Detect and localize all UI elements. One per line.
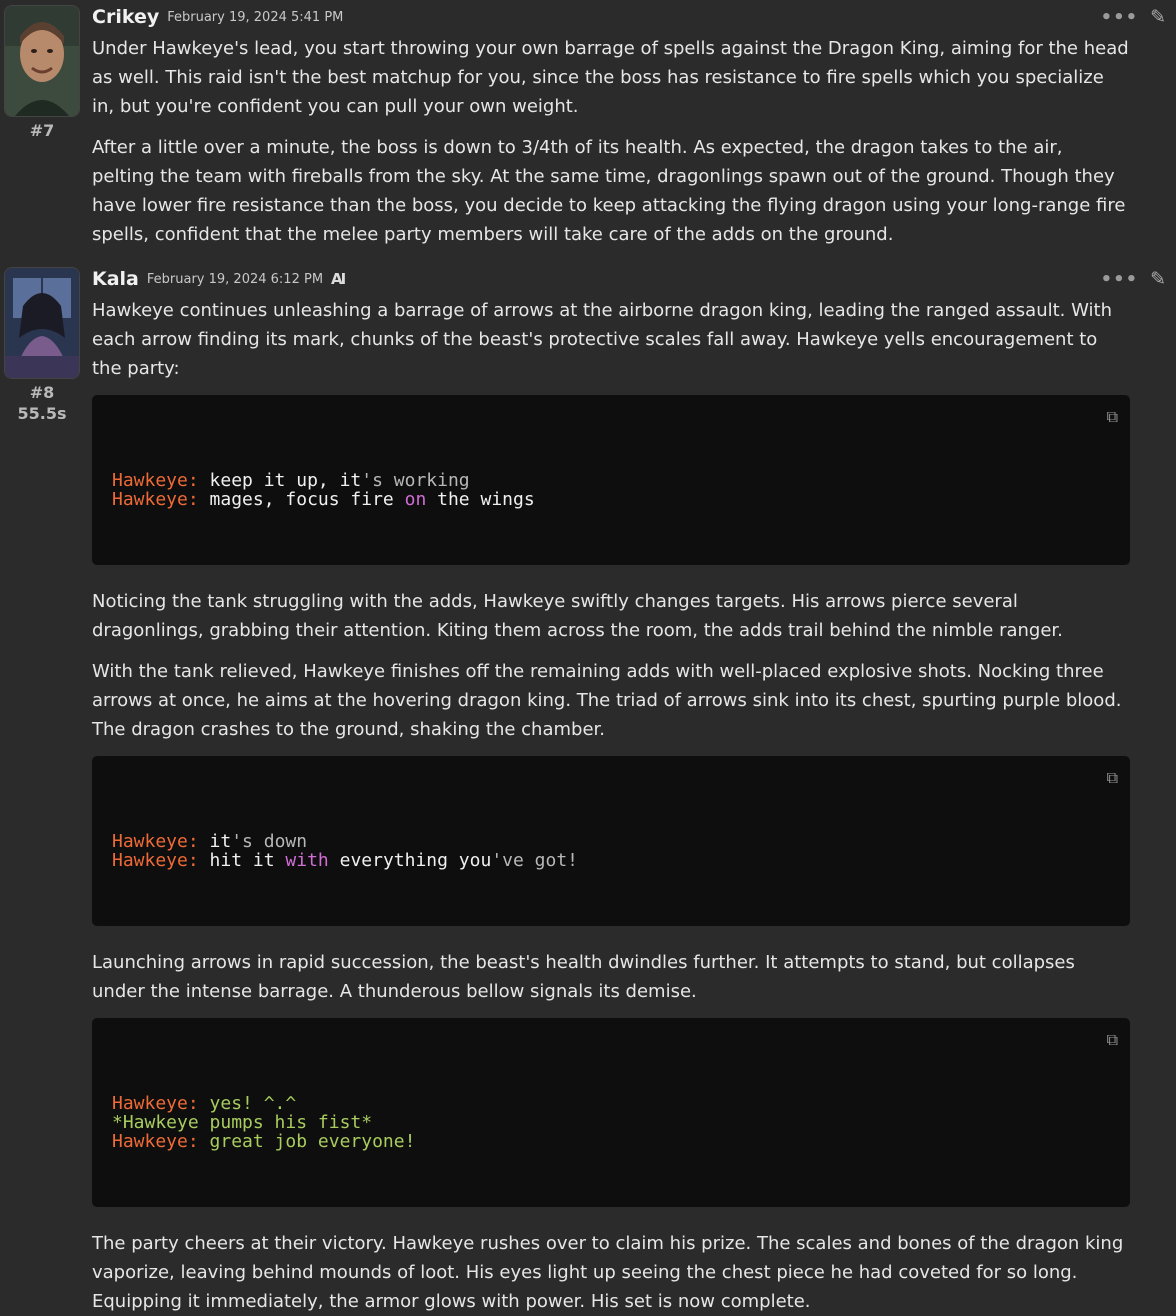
code-token: Hawkeye: [112,831,199,852]
post-timestamp: February 19, 2024 5:41 PM [167,9,344,25]
code-lines: Hawkeye: yes! ^.^ *Hawkeye pumps his fist… [112,1094,1110,1151]
code-token: *Hawkeye pumps his fist* [112,1112,373,1133]
avatar-kala[interactable] [4,267,80,379]
message-paragraph: Launching arrows in rapid succession, th… [92,952,1075,1002]
message-content: Kala February 19, 2024 6:12 PM AI Hawkey… [84,262,1176,1312]
code-line: Hawkeye: hit it with everything you've g… [112,851,1110,870]
code-token: hit it [198,850,286,871]
message-paragraph: With the tank relieved, Hawkeye finishes… [92,661,1122,740]
message-actions: ••• ✎ [1101,6,1166,28]
ai-badge-icon: AI [331,270,346,288]
code-line: Hawkeye: mages, focus fire on the wings [112,490,1110,509]
edit-pencil-icon[interactable]: ✎ [1150,6,1166,28]
code-token: with [285,850,329,871]
code-token: Hawkeye: [112,1093,199,1114]
code-token: 's working [361,470,470,491]
code-line: Hawkeye: great job everyone! [112,1132,1110,1151]
copy-icon[interactable]: ⧉ [1107,768,1118,787]
message-paragraph: Noticing the tank struggling with the ad… [92,591,1063,641]
author-name[interactable]: Crikey [92,6,159,28]
author-name[interactable]: Kala [92,268,139,290]
code-token: Hawkeye: [112,470,199,491]
message-actions: ••• ✎ [1101,268,1166,290]
code-token: Hawkeye: [112,850,199,871]
message-paragraph: After a little over a minute, the boss i… [92,137,1126,245]
code-token: 've got! [491,850,579,871]
code-token: great job everyone! [198,1131,416,1152]
message-paragraph: The party cheers at their victory. Hawke… [92,1233,1124,1312]
message-left-column: #8 55.5s [0,262,84,1064]
code-token: it [198,831,232,852]
message-content: Crikey February 19, 2024 5:41 PM Under H… [84,0,1176,262]
avatar-crikey[interactable] [4,5,80,117]
message-paragraph: Under Hawkeye's lead, you start throwing… [92,38,1129,117]
code-block: ⧉ Hawkeye: it's down Hawkeye: hit it with… [92,756,1130,926]
code-line: Hawkeye: yes! ^.^ [112,1094,1110,1113]
copy-icon[interactable]: ⧉ [1107,1030,1118,1049]
generation-time: 55.5s [17,404,67,423]
code-block: ⧉ Hawkeye: yes! ^.^ *Hawkeye pumps his fi… [92,1018,1130,1207]
post-number[interactable]: #7 [30,121,55,140]
code-token: yes! ^.^ [198,1093,297,1114]
message-post-7: #7 Crikey February 19, 2024 5:41 PM Unde… [0,0,1176,262]
code-token: Hawkeye: [112,489,199,510]
code-line: Hawkeye: keep it up, it's working [112,471,1110,490]
more-options-icon[interactable]: ••• [1101,7,1139,28]
code-token: on [404,489,427,510]
code-token: the wings [426,489,535,510]
code-token: keep it up, it [198,470,362,491]
code-token: Hawkeye: [112,1131,199,1152]
code-block: ⧉ Hawkeye: keep it up, it's working Hawke… [92,395,1130,565]
code-lines: Hawkeye: keep it up, it's working Hawkeye… [112,471,1110,509]
message-post-8: #8 55.5s Kala February 19, 2024 6:12 PM … [0,262,1176,1312]
message-paragraph: Hawkeye continues unleashing a barrage o… [92,300,1112,379]
message-header: Kala February 19, 2024 6:12 PM AI [92,262,1130,296]
message-left-column: #7 [0,0,84,262]
code-token: mages, focus fire [198,489,405,510]
post-timestamp: February 19, 2024 6:12 PM [146,271,324,287]
message-header: Crikey February 19, 2024 5:41 PM [92,0,1130,34]
code-token: 's down [231,831,308,852]
more-options-icon[interactable]: ••• [1101,269,1139,290]
copy-icon[interactable]: ⧉ [1107,407,1118,426]
edit-pencil-icon[interactable]: ✎ [1150,268,1166,290]
post-number[interactable]: #8 [30,383,55,402]
code-line: Hawkeye: it's down [112,832,1110,851]
code-line: *Hawkeye pumps his fist* [112,1113,1110,1132]
code-lines: Hawkeye: it's down Hawkeye: hit it with e… [112,832,1110,870]
code-token: everything you [328,850,492,871]
